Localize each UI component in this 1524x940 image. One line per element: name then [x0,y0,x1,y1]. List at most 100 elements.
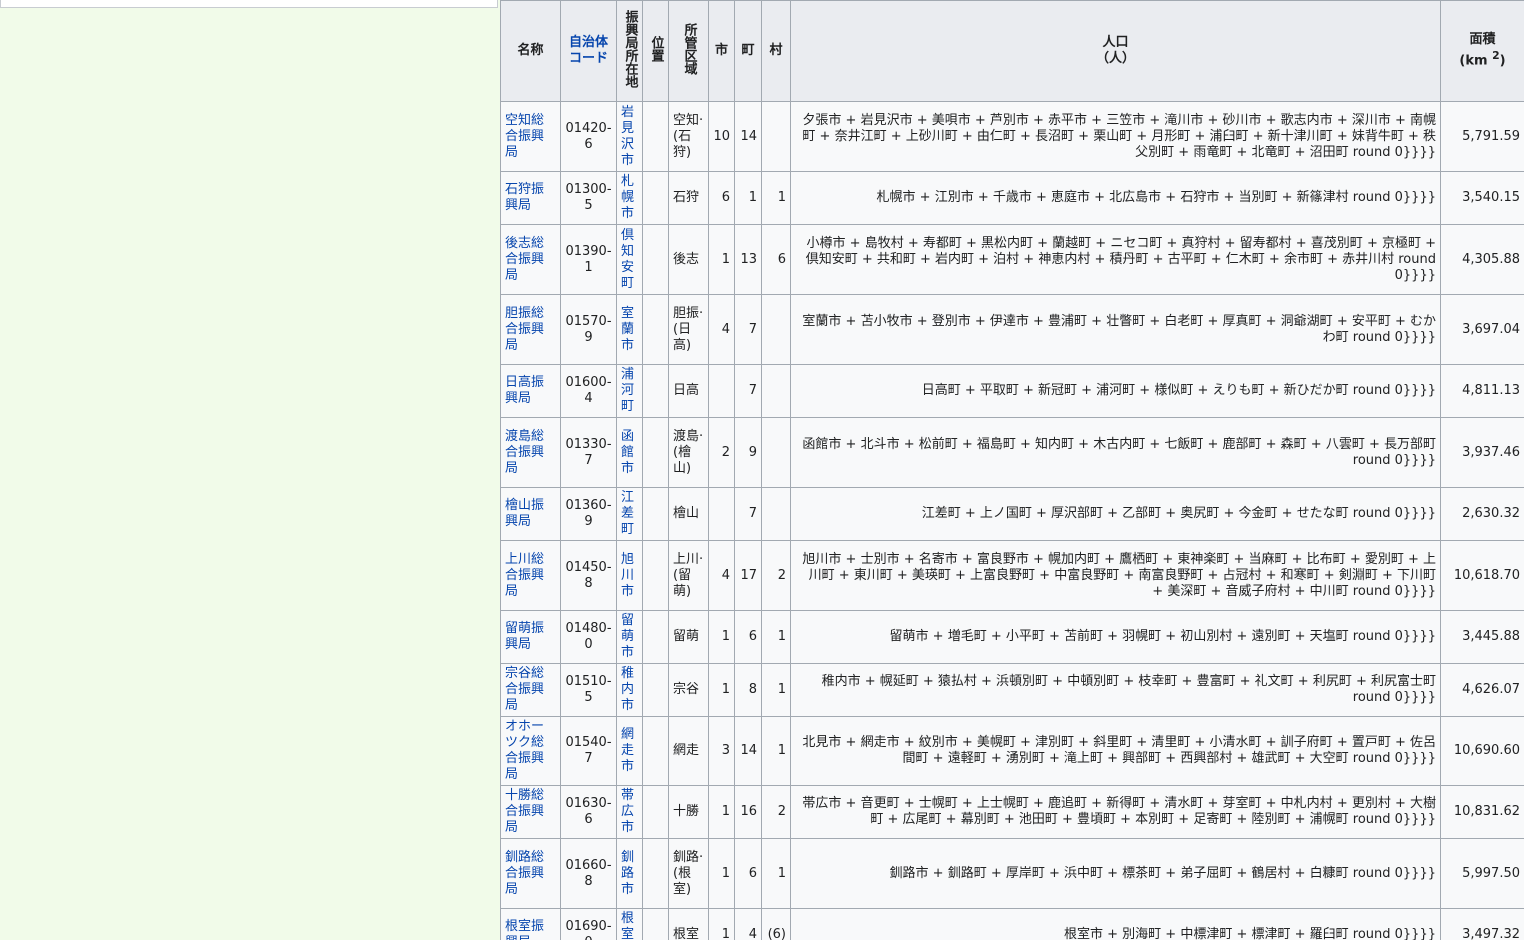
row-office-link-text[interactable]: 稚内市 [621,666,634,713]
row-name-link-text[interactable]: 渡島総合振興局 [505,429,544,476]
row-office-link-text[interactable]: 札幌市 [621,174,634,221]
row-name-link-text[interactable]: オホーツク総合振興局 [505,719,544,782]
row-municipalities: 日高町 + 平取町 + 新冠町 + 浦河町 + 様似町 + えりも町 + 新ひだ… [790,364,1441,418]
row-name-link-text[interactable]: 上川総合振興局 [505,552,544,599]
row-office-link-text[interactable]: 根室市 [621,911,634,940]
row-name-link-text[interactable]: 宗谷総合振興局 [505,666,544,713]
row-village-count [761,101,791,172]
row-office-link-text[interactable]: 網走市 [621,727,634,774]
row-name-link[interactable]: 渡島総合振興局 [500,417,561,488]
row-name-link[interactable]: 根室振興局 [500,908,561,940]
row-office-link-text[interactable]: 室蘭市 [621,306,634,353]
row-name-link-text[interactable]: 空知総合振興局 [505,113,544,160]
row-town-count: 14 [734,716,762,786]
row-office-link-text[interactable]: 岩見沢市 [621,105,634,168]
row-name-link-text[interactable]: 檜山振興局 [505,498,544,529]
row-office-link[interactable]: 江差町 [616,487,643,541]
row-name-link[interactable]: 留萌振興局 [500,610,561,664]
row-city-count: 10 [708,101,735,172]
row-city-count: 1 [708,785,735,839]
row-village-count: 1 [761,838,791,909]
row-office-link[interactable]: 旭川市 [616,540,643,611]
row-code: 01390-1 [560,224,617,295]
row-position [642,838,669,909]
header-area[interactable]: 面積 (km 2) [1440,0,1524,102]
header-city[interactable]: 市 [708,0,735,102]
row-position [642,908,669,940]
row-municipalities: 室蘭市 + 苫小牧市 + 登別市 + 伊達市 + 豊浦町 + 壮瞥町 + 白老町… [790,294,1441,365]
row-district: 檜山 [668,487,709,541]
row-office-link[interactable]: 札幌市 [616,171,643,225]
row-area: 4,626.07 [1440,663,1524,717]
header-area-label: 面積 (km [1459,32,1496,69]
row-town-count: 7 [734,294,762,365]
row-office-link-text[interactable]: 浦河町 [621,367,634,414]
row-office-link[interactable]: 稚内市 [616,663,643,717]
row-office-link[interactable]: 浦河町 [616,364,643,418]
row-name-link-text[interactable]: 十勝総合振興局 [505,788,544,835]
table-row: 渡島総合振興局 01330-7 函館市 渡島·(檜山) 2 9 函館市 + 北斗市 + 松前… [500,417,1524,488]
header-village[interactable]: 村 [761,0,791,102]
row-code: 01630-6 [560,785,617,839]
row-name-link[interactable]: 日高振興局 [500,364,561,418]
row-town-count: 7 [734,487,762,541]
row-office-link[interactable]: 留萌市 [616,610,643,664]
row-office-link-text[interactable]: 旭川市 [621,552,634,599]
header-office[interactable]: 振興局所在地 [616,0,643,102]
row-code: 01510-5 [560,663,617,717]
row-name-link[interactable]: オホーツク総合振興局 [500,716,561,786]
row-village-count: 1 [761,610,791,664]
header-population[interactable]: 人口 （人） [790,0,1441,102]
header-district[interactable]: 所管区域 [668,0,709,102]
row-city-count [708,487,735,541]
row-office-link[interactable]: 函館市 [616,417,643,488]
row-name-link-text[interactable]: 根室振興局 [505,919,544,940]
table-row: 釧路総合振興局 01660-8 釧路市 釧路·(根室) 1 6 1 釧路市 + 釧路町 + 厚… [500,838,1524,909]
row-name-link[interactable]: 上川総合振興局 [500,540,561,611]
row-name-link[interactable]: 宗谷総合振興局 [500,663,561,717]
row-office-link-text[interactable]: 帯広市 [621,788,634,835]
row-office-link[interactable]: 帯広市 [616,785,643,839]
row-office-link[interactable]: 岩見沢市 [616,101,643,172]
row-municipalities: 函館市 + 北斗市 + 松前町 + 福島町 + 知内町 + 木古内町 + 七飯町… [790,417,1441,488]
row-code: 01300-5 [560,171,617,225]
row-town-count: 17 [734,540,762,611]
row-name-link-text[interactable]: 留萌振興局 [505,621,544,652]
header-town[interactable]: 町 [734,0,762,102]
header-code-link[interactable]: 自治体コード [569,35,608,66]
table-row: 胆振総合振興局 01570-9 室蘭市 胆振·(日高) 4 7 室蘭市 + 苫小牧市 + 登… [500,294,1524,365]
row-office-link[interactable]: 倶知安町 [616,224,643,295]
row-district: 石狩 [668,171,709,225]
row-name-link[interactable]: 石狩振興局 [500,171,561,225]
row-village-count [761,294,791,365]
header-code[interactable]: 自治体コード [560,0,617,102]
row-name-link[interactable]: 十勝総合振興局 [500,785,561,839]
row-office-link[interactable]: 室蘭市 [616,294,643,365]
row-name-link[interactable]: 釧路総合振興局 [500,838,561,909]
row-office-link-text[interactable]: 釧路市 [621,850,634,897]
row-name-link-text[interactable]: 釧路総合振興局 [505,850,544,897]
row-name-link[interactable]: 空知総合振興局 [500,101,561,172]
row-name-link[interactable]: 胆振総合振興局 [500,294,561,365]
row-office-link-text[interactable]: 江差町 [621,490,634,537]
row-name-link-text[interactable]: 胆振総合振興局 [505,306,544,353]
row-office-link[interactable]: 根室市 [616,908,643,940]
row-office-link[interactable]: 釧路市 [616,838,643,909]
row-area: 3,697.04 [1440,294,1524,365]
row-name-link-text[interactable]: 石狩振興局 [505,182,544,213]
row-area: 4,305.88 [1440,224,1524,295]
row-city-count: 4 [708,294,735,365]
row-office-link-text[interactable]: 函館市 [621,429,634,476]
row-code: 01480-0 [560,610,617,664]
row-name-link[interactable]: 後志総合振興局 [500,224,561,295]
row-office-link-text[interactable]: 留萌市 [621,613,634,660]
row-office-link-text[interactable]: 倶知安町 [621,228,634,291]
row-name-link-text[interactable]: 後志総合振興局 [505,236,544,283]
row-office-link[interactable]: 網走市 [616,716,643,786]
row-city-count: 4 [708,540,735,611]
row-town-count: 13 [734,224,762,295]
row-name-link[interactable]: 檜山振興局 [500,487,561,541]
row-code: 01360-9 [560,487,617,541]
row-name-link-text[interactable]: 日高振興局 [505,375,544,406]
header-name[interactable]: 名称 [500,0,561,102]
